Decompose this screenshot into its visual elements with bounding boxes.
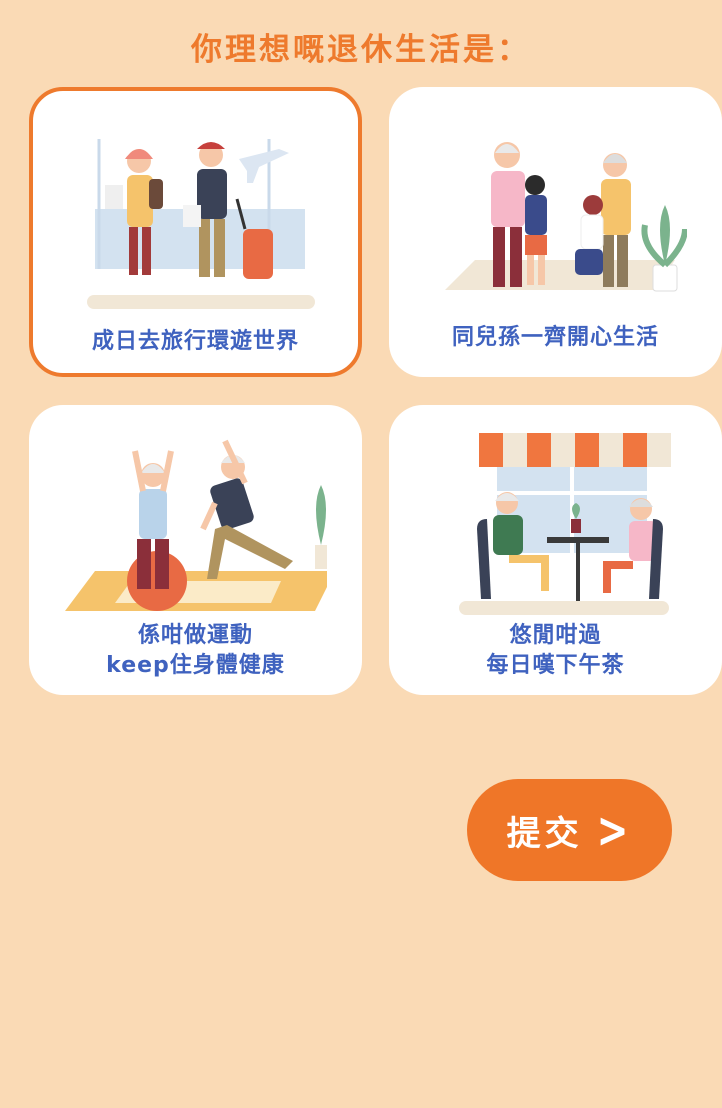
awning xyxy=(479,433,671,467)
exercise-illustration xyxy=(65,439,327,611)
submit-button[interactable]: 提交 > xyxy=(467,779,672,881)
option-card-exercise[interactable]: 係咁做運動 keep住身體健康 xyxy=(29,405,362,695)
tea-illustration xyxy=(459,433,671,615)
option-card-family[interactable]: 同兒孫一齊開心生活 xyxy=(389,87,722,377)
travel-illustration xyxy=(87,139,315,309)
option-label: 成日去旅行環遊世界 xyxy=(91,329,299,354)
option-card-tea[interactable]: 悠閒咁過 每日嘆下午茶 xyxy=(389,405,722,695)
question-title: 你理想嘅退休生活是： xyxy=(191,32,531,68)
option-label-line2: keep住身體健康 xyxy=(106,653,285,678)
chevron-right-icon: > xyxy=(596,801,633,859)
option-card-travel[interactable]: 成日去旅行環遊世界 xyxy=(29,87,362,377)
submit-label: 提交 xyxy=(506,813,583,854)
option-label: 同兒孫一齊開心生活 xyxy=(451,325,659,350)
option-label-line1: 係咁做運動 xyxy=(137,623,253,648)
option-label-line2: 每日嘆下午茶 xyxy=(486,653,625,678)
family-illustration xyxy=(445,142,687,292)
option-label-line1: 悠閒咁過 xyxy=(509,623,602,648)
